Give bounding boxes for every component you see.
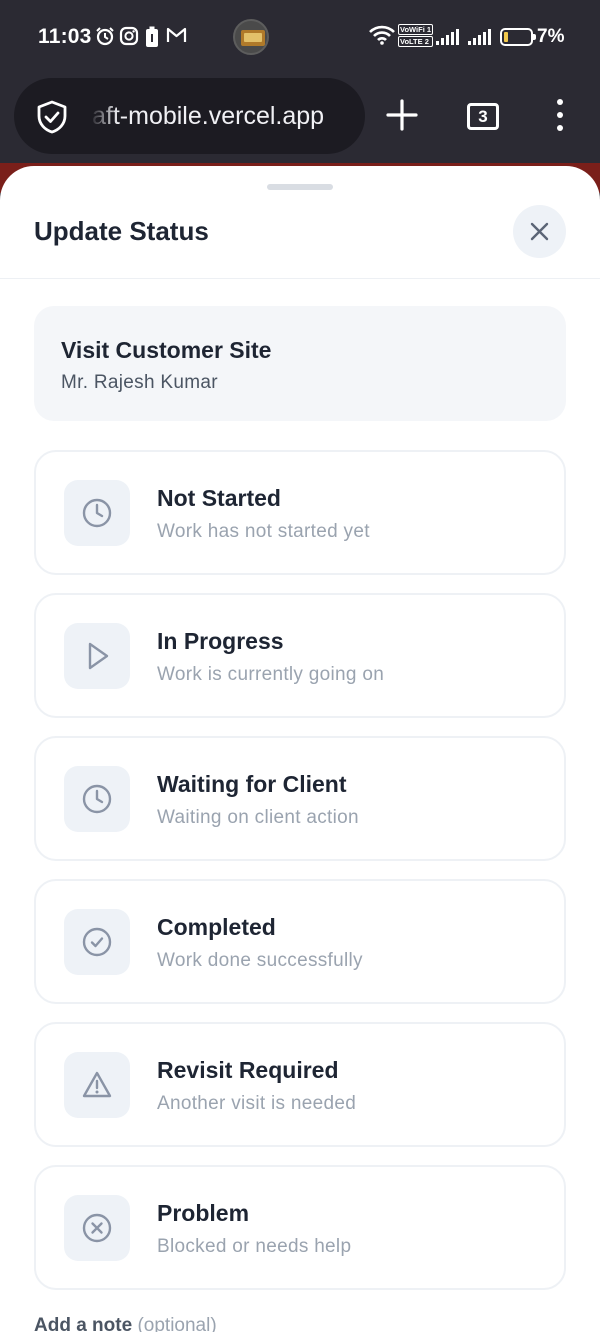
browser-toolbar: aft-mobile.vercel.app 3 bbox=[0, 76, 600, 166]
network-tags: VoWiFi 1 VoLTE 2 bbox=[398, 24, 434, 48]
status-time: 11:03 bbox=[38, 25, 92, 48]
note-optional-hint: (optional) bbox=[137, 1315, 217, 1332]
alarm-icon bbox=[96, 27, 114, 46]
option-title: Completed bbox=[157, 914, 276, 940]
option-icon-box bbox=[64, 480, 130, 546]
url-text[interactable]: aft-mobile.vercel.app bbox=[92, 78, 357, 154]
option-icon-box bbox=[64, 1195, 130, 1261]
close-button[interactable] bbox=[513, 205, 566, 258]
check-circle-icon bbox=[82, 927, 112, 957]
status-option-not-started[interactable]: Not Started Work has not started yet bbox=[34, 450, 566, 575]
option-description: Work done successfully bbox=[157, 950, 363, 971]
task-title: Visit Customer Site bbox=[61, 337, 272, 363]
notification-thumbnail bbox=[233, 19, 269, 55]
signal-icon bbox=[468, 29, 491, 45]
battery-icon bbox=[500, 28, 536, 46]
header-divider bbox=[0, 278, 600, 279]
status-option-revisit-required[interactable]: Revisit Required Another visit is needed bbox=[34, 1022, 566, 1147]
plus-icon[interactable] bbox=[386, 99, 418, 131]
status-option-in-progress[interactable]: In Progress Work is currently going on bbox=[34, 593, 566, 718]
option-title: Not Started bbox=[157, 485, 281, 511]
option-icon-box bbox=[64, 766, 130, 832]
x-circle-icon bbox=[82, 1213, 112, 1243]
note-label-text: Add a note bbox=[34, 1315, 133, 1332]
option-title: Waiting for Client bbox=[157, 771, 347, 797]
option-icon-box bbox=[64, 909, 130, 975]
task-client: Mr. Rajesh Kumar bbox=[61, 372, 218, 393]
close-icon bbox=[530, 222, 549, 241]
play-icon bbox=[88, 642, 109, 670]
vowifi-tag: VoWiFi 1 bbox=[398, 24, 434, 35]
clock-icon bbox=[82, 498, 112, 528]
option-title: Revisit Required bbox=[157, 1057, 339, 1083]
clock-icon bbox=[82, 784, 112, 814]
sheet-title: Update Status bbox=[34, 216, 209, 246]
signal-icon bbox=[436, 29, 459, 45]
battery-percent: 7% bbox=[537, 26, 565, 47]
option-icon-box bbox=[64, 623, 130, 689]
option-description: Blocked or needs help bbox=[157, 1236, 352, 1257]
option-description: Work has not started yet bbox=[157, 521, 370, 542]
battery-fill bbox=[504, 32, 508, 42]
menu-icon[interactable] bbox=[555, 98, 565, 132]
option-description: Another visit is needed bbox=[157, 1093, 357, 1114]
gmail-icon bbox=[166, 27, 187, 42]
tab-count-button[interactable]: 3 bbox=[467, 103, 499, 130]
wifi-icon bbox=[369, 25, 395, 45]
url-value: aft-mobile.vercel.app bbox=[92, 102, 325, 130]
status-option-completed[interactable]: Completed Work done successfully bbox=[34, 879, 566, 1004]
update-status-sheet: Update Status Visit Customer Site Mr. Ra… bbox=[0, 166, 600, 1332]
battery-saver-icon bbox=[146, 26, 158, 47]
address-bar[interactable]: aft-mobile.vercel.app bbox=[14, 78, 365, 154]
status-option-waiting-for-client[interactable]: Waiting for Client Waiting on client act… bbox=[34, 736, 566, 861]
task-summary-card: Visit Customer Site Mr. Rajesh Kumar bbox=[34, 306, 566, 421]
option-title: In Progress bbox=[157, 628, 284, 654]
option-description: Work is currently going on bbox=[157, 664, 385, 685]
option-icon-box bbox=[64, 1052, 130, 1118]
option-description: Waiting on client action bbox=[157, 807, 359, 828]
status-bar: 11:03 VoWiFi 1 VoLTE 2 7% bbox=[0, 0, 600, 76]
status-option-problem[interactable]: Problem Blocked or needs help bbox=[34, 1165, 566, 1290]
url-fade bbox=[90, 78, 118, 154]
volte-tag: VoLTE 2 bbox=[398, 36, 434, 47]
note-label: Add a note (optional) bbox=[34, 1315, 217, 1332]
warning-icon bbox=[82, 1071, 112, 1098]
instagram-icon bbox=[119, 26, 139, 46]
shield-icon[interactable] bbox=[36, 100, 68, 134]
option-title: Problem bbox=[157, 1200, 250, 1226]
drag-handle[interactable] bbox=[267, 184, 333, 190]
